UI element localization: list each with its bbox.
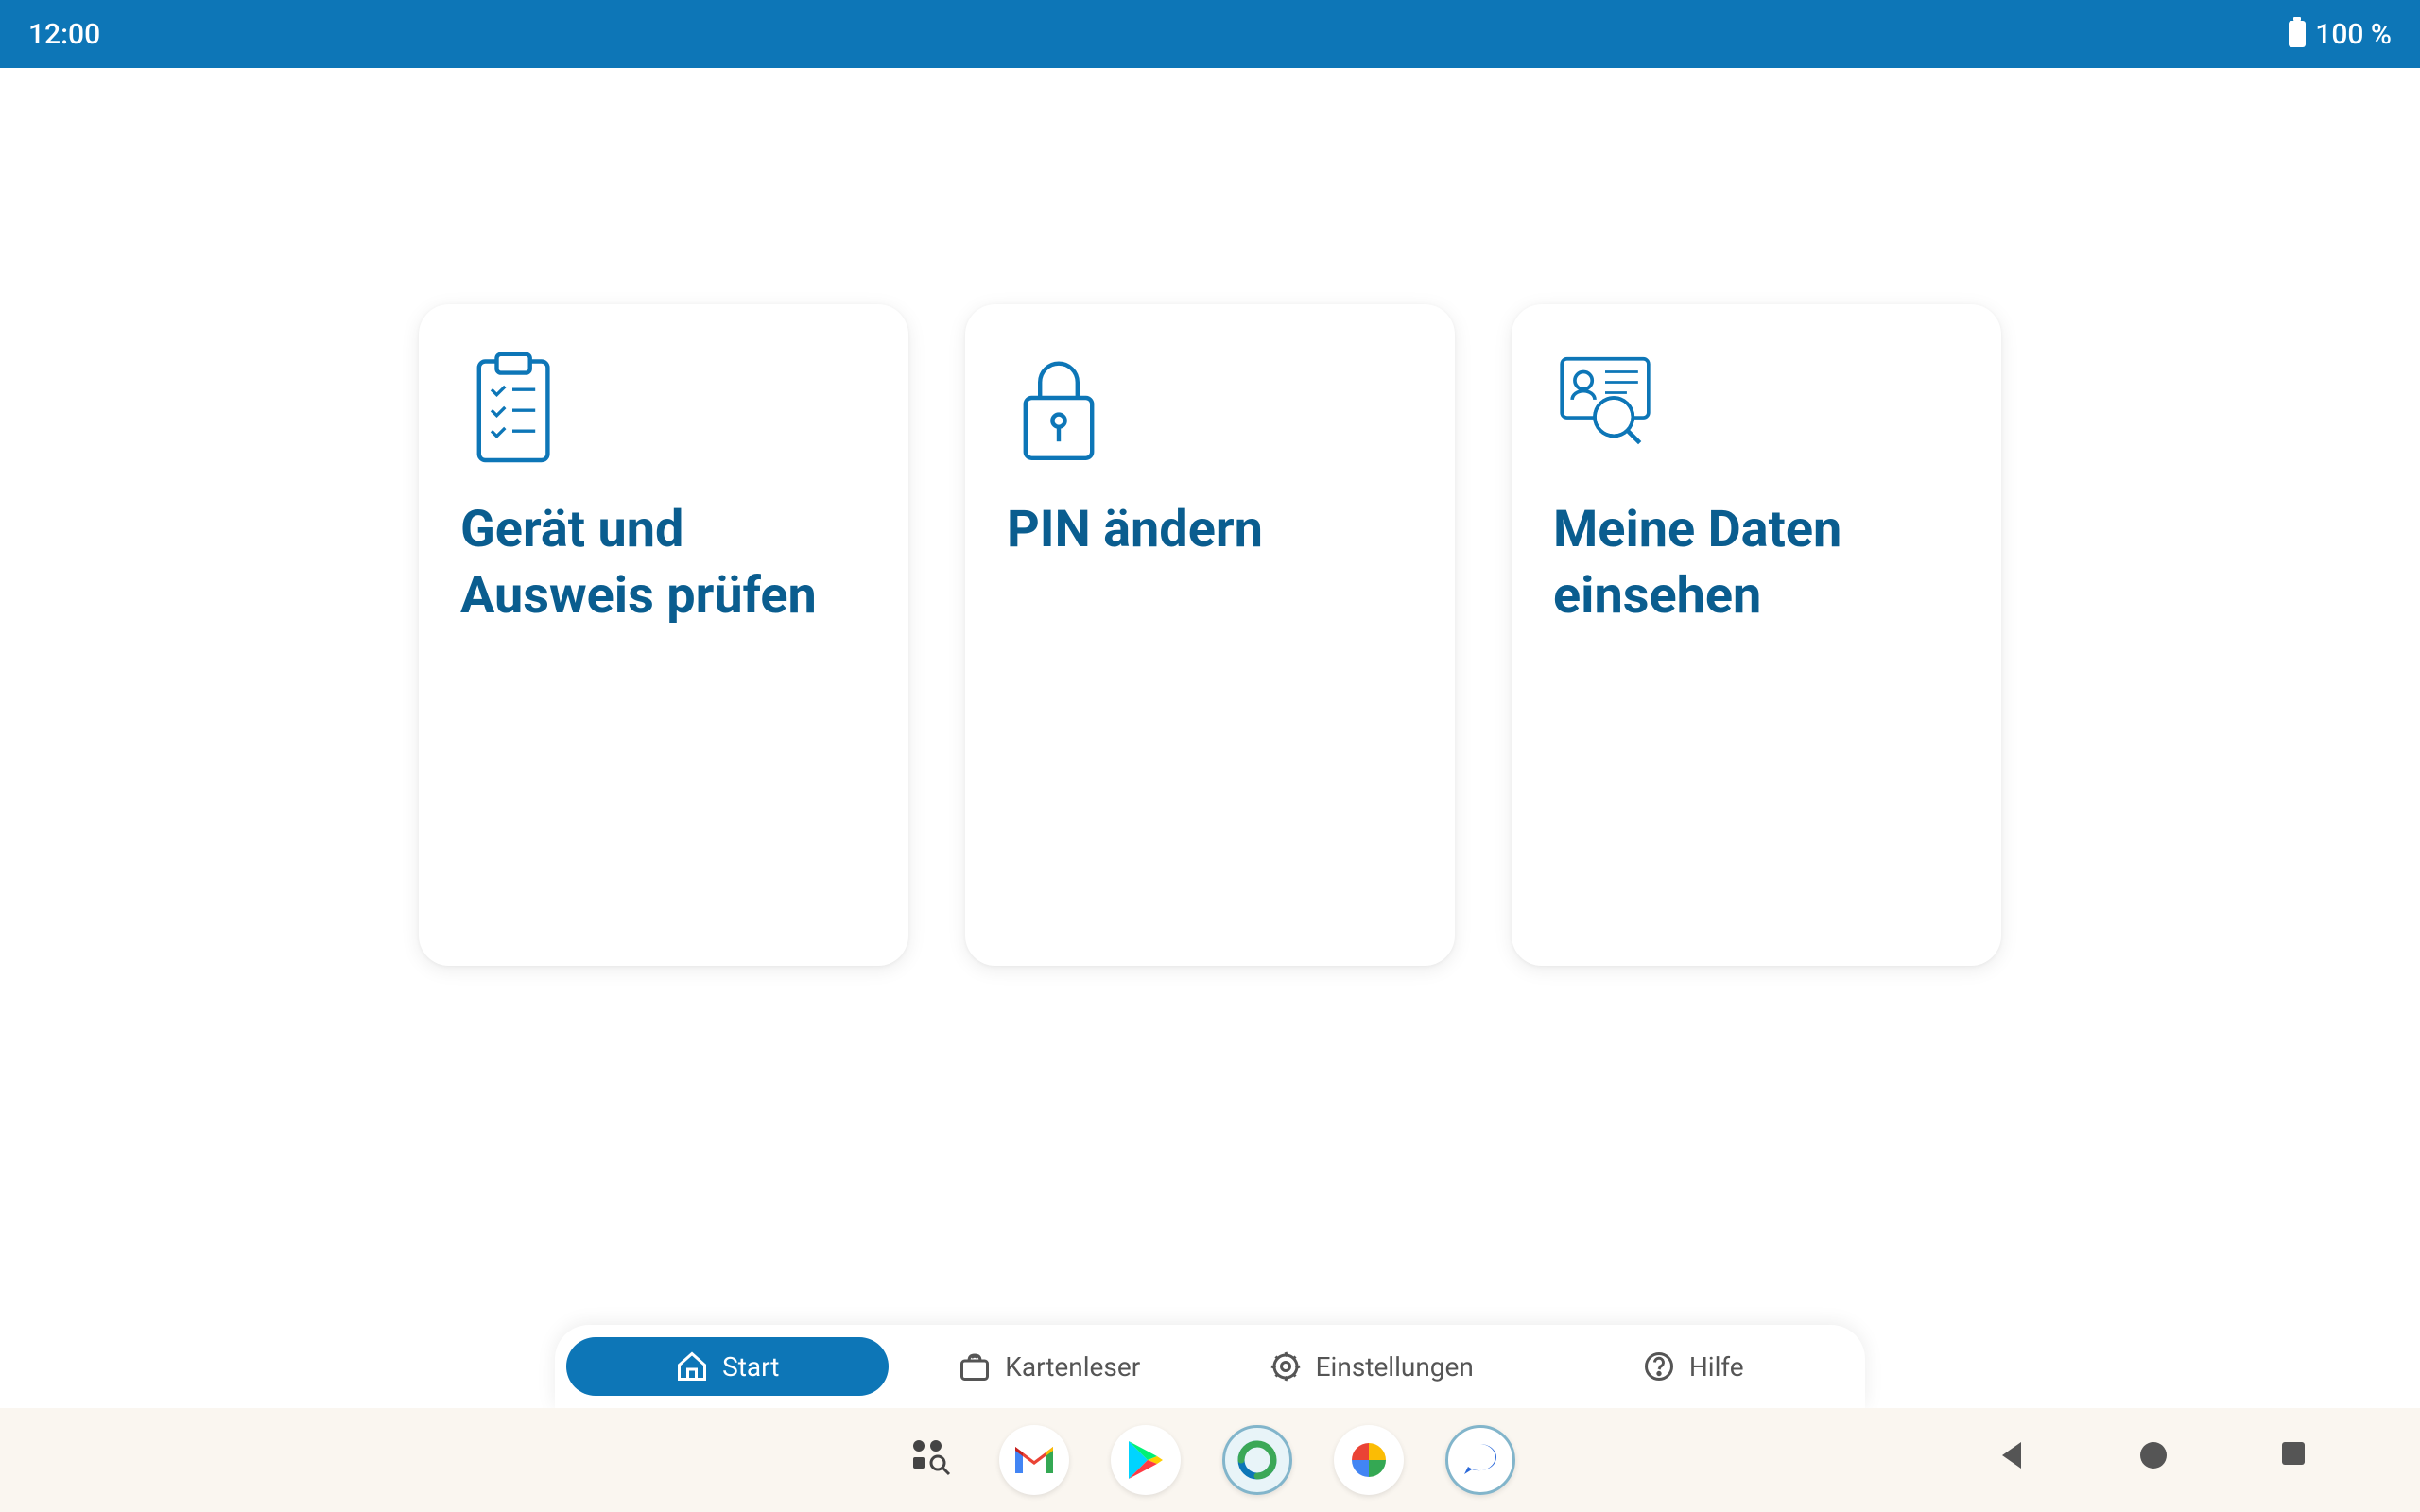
nav-settings[interactable]: Einstellungen: [1210, 1337, 1532, 1396]
nav-label: Start: [722, 1351, 779, 1383]
home-icon: [675, 1349, 709, 1383]
id-card-icon: [1553, 346, 1657, 469]
nav-card-reader[interactable]: Kartenleser: [889, 1337, 1211, 1396]
checklist-icon: [460, 346, 564, 469]
help-icon: [1642, 1349, 1676, 1383]
view-data-card[interactable]: Meine Daten einsehen: [1512, 304, 2001, 966]
system-dock: [0, 1408, 2420, 1512]
status-right: 100 %: [2289, 18, 2392, 51]
system-nav: [1995, 1438, 2316, 1476]
gmail-icon[interactable]: [999, 1425, 1069, 1495]
recent-apps-button[interactable]: [2278, 1438, 2316, 1476]
battery-percent: 100 %: [2315, 18, 2392, 51]
main-content: Gerät und Ausweis prüfen PIN ändern: [0, 68, 2420, 966]
card-title: Meine Daten einsehen: [1553, 497, 1960, 629]
gear-icon: [1269, 1349, 1303, 1383]
app-drawer-icon[interactable]: [905, 1434, 958, 1486]
status-bar: 12:00 100 %: [0, 0, 2420, 68]
check-device-card[interactable]: Gerät und Ausweis prüfen: [419, 304, 908, 966]
lock-icon: [1007, 346, 1111, 469]
ausweis-app-icon[interactable]: [1222, 1425, 1292, 1495]
back-button[interactable]: [1995, 1438, 2032, 1476]
battery-icon: [2289, 21, 2306, 47]
nav-start[interactable]: Start: [566, 1337, 889, 1396]
play-store-icon[interactable]: [1111, 1425, 1181, 1495]
nav-label: Hilfe: [1689, 1351, 1744, 1383]
nav-label: Kartenleser: [1005, 1351, 1140, 1383]
bottom-nav: Start Kartenleser Einstellungen: [555, 1325, 1865, 1408]
card-title: PIN ändern: [1007, 497, 1413, 563]
nav-label: Einstellungen: [1316, 1351, 1474, 1383]
card-title: Gerät und Ausweis prüfen: [460, 497, 867, 629]
photos-icon[interactable]: [1334, 1425, 1404, 1495]
dock-icons: [905, 1425, 1515, 1495]
home-button[interactable]: [2136, 1438, 2174, 1476]
change-pin-card[interactable]: PIN ändern: [965, 304, 1455, 966]
status-time: 12:00: [28, 18, 100, 51]
messages-icon[interactable]: [1445, 1425, 1515, 1495]
card-reader-icon: [958, 1349, 992, 1383]
bottom-nav-container: Start Kartenleser Einstellungen: [555, 1325, 1865, 1408]
nav-help[interactable]: Hilfe: [1532, 1337, 1855, 1396]
